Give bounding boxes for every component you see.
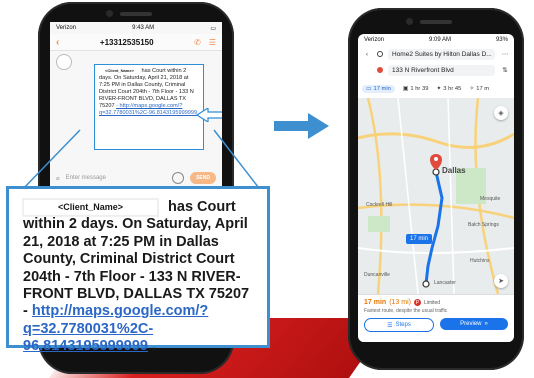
transit-icon: ▣ <box>402 86 409 92</box>
bike-icon: ✧ <box>469 86 475 92</box>
route-map[interactable]: Dallas Cockrell Hill Duncanville Lancast… <box>358 98 514 294</box>
tab-label: 17 min <box>373 86 391 92</box>
city-label: Dallas <box>442 166 466 175</box>
place-label: Lancaster <box>434 280 456 286</box>
list-icon: ☰ <box>387 322 393 329</box>
tab-label: 1 hr 39 <box>410 86 429 92</box>
message-bubble: <Client_Name> has Court within 2 days. O… <box>94 64 204 150</box>
status-bar: Verizon 9:43 AM ▭ <box>50 22 222 34</box>
zoom-body-text: within 2 days. On Saturday, April 21, 20… <box>23 216 250 302</box>
chevron-left-icon[interactable]: ‹ <box>362 51 372 58</box>
preview-label: Preview <box>460 321 482 327</box>
battery-icon: ▭ <box>210 25 216 32</box>
paperclip-icon[interactable]: ⌀ <box>56 175 60 182</box>
client-name-tag: <Client_Name> <box>99 68 140 73</box>
steps-button[interactable]: ☰ Steps <box>364 318 434 332</box>
phone-icon[interactable]: ✆ <box>194 38 201 47</box>
send-button[interactable]: SEND <box>190 172 216 184</box>
maps-screen: Verizon 9:09 AM 93% ‹ Home2 Suites by Hi… <box>358 34 514 342</box>
front-camera <box>106 10 113 17</box>
travel-mode-tabs: ▭ 17 min ▣ 1 hr 39 ✦ 3 hr 45 ✧ 17 m <box>358 82 514 96</box>
walk-icon: ✦ <box>436 86 442 92</box>
client-name-tag-zoom: <Client_Name> <box>23 199 159 217</box>
compose-bar: ⌀ Enter message SEND <box>50 168 222 188</box>
route-summary-sheet: 17 min (13 mi) P Limited Fastest route, … <box>358 294 514 342</box>
more-options-icon[interactable]: ⋯ <box>500 50 510 58</box>
link-trailing: . <box>148 338 157 355</box>
toll-icon: P <box>413 299 421 306</box>
preview-button[interactable]: Preview » <box>440 318 508 330</box>
tab-label: 17 m <box>476 86 490 92</box>
callout-arrow-icon <box>196 108 222 122</box>
menu-icon[interactable]: ☰ <box>209 38 216 47</box>
route-time: 17 min <box>364 299 387 306</box>
layers-icon[interactable]: ◈ <box>494 106 508 120</box>
front-camera <box>406 18 413 25</box>
tab-walk[interactable]: ✦ 3 hr 45 <box>436 86 461 92</box>
steps-label: Steps <box>395 322 411 328</box>
arrow-right-icon <box>274 113 329 139</box>
battery-label: 93% <box>495 37 508 43</box>
eta-chip[interactable]: 17 min <box>406 234 433 244</box>
navigation-arrow-icon[interactable]: ➤ <box>494 274 508 288</box>
chevron-left-icon[interactable]: ‹ <box>56 37 59 48</box>
place-label: Cockrell Hill <box>366 202 393 208</box>
avatar <box>56 54 72 70</box>
emoji-icon[interactable] <box>172 172 185 184</box>
speaker-grille <box>120 12 152 16</box>
place-label: Duncanville <box>364 272 390 278</box>
conversation-header: ‹ +13312535150 ✆ ☰ <box>50 34 222 51</box>
speaker-grille <box>420 20 452 24</box>
zoom-heading-text: has Court <box>168 199 236 215</box>
contact-number: +13312535150 <box>99 37 154 47</box>
clock-label: 9:43 AM <box>132 25 155 31</box>
message-input[interactable]: Enter message <box>66 175 166 181</box>
tab-transit[interactable]: ▣ 1 hr 39 <box>403 86 429 92</box>
clock-label: 9:09 AM <box>428 37 451 43</box>
origin-dot-icon <box>377 51 383 57</box>
destination-field[interactable]: 133 N Riverfront Blvd <box>388 64 495 76</box>
tab-bike[interactable]: ✧ 17 m <box>469 86 489 92</box>
place-label: Mesquite <box>480 196 501 202</box>
zoomed-message: <Client_Name> has Court within 2 days. O… <box>6 186 270 354</box>
destination-pin-icon <box>377 67 383 73</box>
origin-field[interactable]: Home2 Suites by Hilton Dallas D... <box>388 48 495 60</box>
route-note: Fastest route, despite the usual traffic <box>364 308 448 314</box>
route-inputs: ‹ Home2 Suites by Hilton Dallas D... ⋯ 1… <box>358 46 514 78</box>
place-label: Hutchins <box>470 258 490 264</box>
status-bar: Verizon 9:09 AM 93% <box>358 34 514 46</box>
toll-label: Limited <box>423 299 441 306</box>
swap-icon[interactable]: ⇅ <box>500 66 510 74</box>
route-distance: (13 mi) <box>389 299 411 306</box>
carrier-label: Verizon <box>364 37 385 43</box>
link-prefix: - <box>23 303 32 320</box>
tab-drive[interactable]: ▭ 17 min <box>362 85 395 93</box>
tab-label: 3 hr 45 <box>443 86 462 92</box>
right-phone: Verizon 9:09 AM 93% ‹ Home2 Suites by Hi… <box>348 8 524 370</box>
maps-link-zoom[interactable]: http://maps.google.com/?q=32.7780031%2C-… <box>23 303 208 354</box>
double-chevron-right-icon: » <box>484 321 488 327</box>
place-label: Balch Springs <box>468 222 499 228</box>
car-icon: ▭ <box>366 86 372 92</box>
carrier-label: Verizon <box>56 25 77 31</box>
